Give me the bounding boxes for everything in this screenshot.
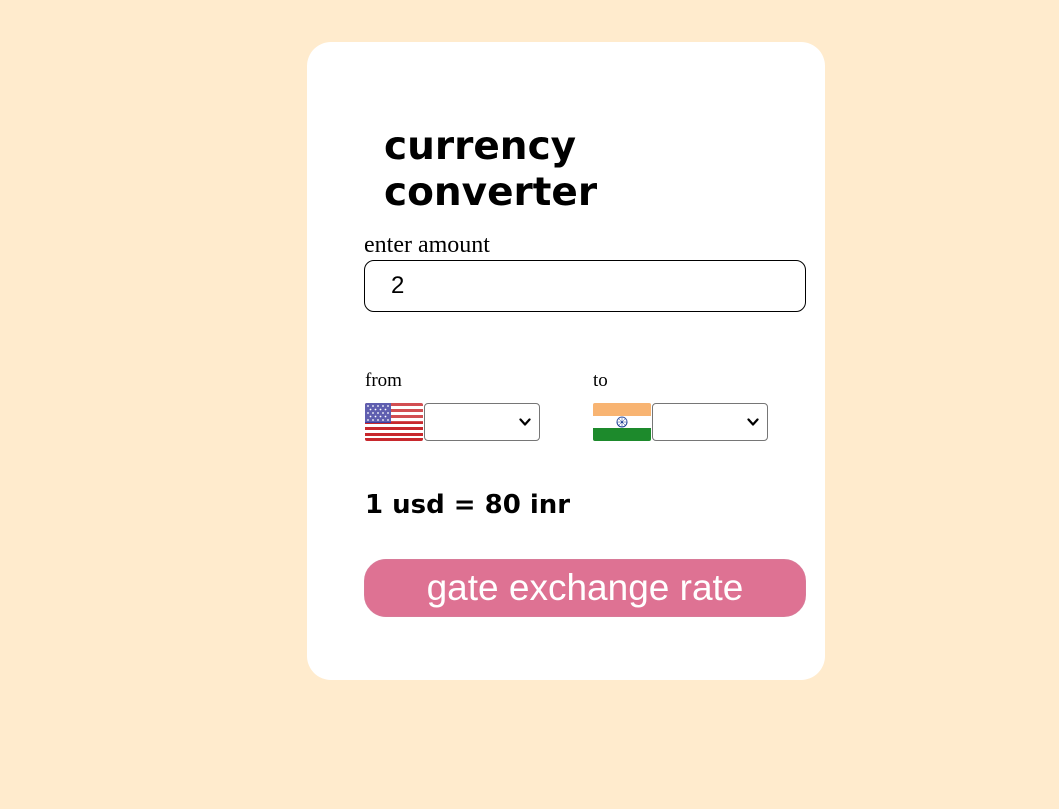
to-currency-select[interactable] [652,403,768,441]
to-label: to [593,370,608,391]
amount-label: enter amount [364,232,490,258]
from-currency-select[interactable] [424,403,540,441]
page-title: currency converter [384,124,598,215]
from-label: from [365,370,402,391]
converter-card: currency converter enter amount from [307,42,825,680]
us-flag-icon [365,403,423,441]
amount-input[interactable] [364,260,806,312]
exchange-rate-text: 1 usd = 80 inr [365,490,571,520]
get-exchange-rate-button[interactable]: gate exchange rate [364,559,806,617]
chevron-down-icon [519,418,531,426]
chevron-down-icon [747,418,759,426]
india-flag-icon [593,403,651,441]
